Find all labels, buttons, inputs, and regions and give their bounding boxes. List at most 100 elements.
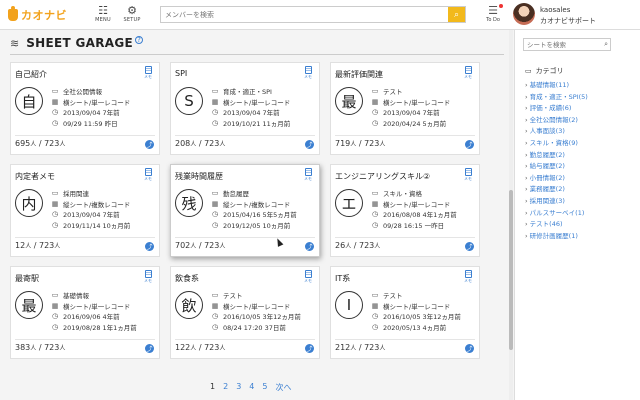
sheet-card[interactable]: IT系 メモ I ▭ テスト ▦ 横シート/単一レコード ◷ 2016/10/05 3年12ヵ月… <box>330 266 480 359</box>
sheet-meta-row: ▦ 横シート/単一レコード <box>371 301 451 311</box>
share-icon[interactable]: ⤴ <box>465 242 474 251</box>
page-link-1[interactable]: 1 <box>210 382 215 393</box>
category-item[interactable]: 育成・適正・SPI(5) <box>525 92 588 104</box>
todo-button[interactable]: ☰ To Do <box>485 4 503 23</box>
scrollbar[interactable] <box>509 30 513 400</box>
member-count: 26人 / 723人 <box>335 241 381 250</box>
scroll-thumb[interactable] <box>509 190 513 350</box>
page-link-5[interactable]: 5 <box>262 382 267 393</box>
setup-label: SETUP <box>123 17 141 23</box>
share-icon[interactable]: ⤴ <box>305 140 314 149</box>
sheet-title[interactable]: 内定者メモ <box>15 171 55 182</box>
sheet-search-input[interactable] <box>524 39 598 50</box>
page-link-4[interactable]: 4 <box>249 382 254 393</box>
category-item[interactable]: 採用関連(3) <box>525 196 588 208</box>
sheet-meta-text: 横シート/単一レコード <box>63 302 131 311</box>
setup-button[interactable]: ⚙ SETUP <box>117 4 147 23</box>
filled-count: 695 <box>15 139 31 148</box>
share-icon[interactable]: ⤴ <box>145 242 154 251</box>
sheet-card[interactable]: 最寄駅 メモ最 ▭ 基礎情報 ▦ 横シート/単一レコード ◷ 2016/09/06 4年前 ◷ 2… <box>10 266 160 359</box>
sheet-meta-row: ▭ スキル・資格 <box>371 188 422 198</box>
sheet-meta-text: 2016/09/06 4年前 <box>63 313 120 321</box>
share-icon[interactable]: ⤴ <box>465 344 474 353</box>
search-icon[interactable]: ⌕ <box>604 40 608 49</box>
category-item[interactable]: 全社公開情報(2) <box>525 115 588 127</box>
category-item[interactable]: テスト(46) <box>525 219 588 231</box>
sheet-type-icon: ▦ <box>51 199 59 208</box>
category-item[interactable]: 人事面談(3) <box>525 126 588 138</box>
sheet-card[interactable]: SPI メモ S ▭ 育成・適正・SPI ▦ 横シート/単一レコード ◷ 2013/09/04 … <box>170 62 320 155</box>
folder-icon: ▭ <box>211 189 219 197</box>
memo-button[interactable]: メモ <box>301 270 315 284</box>
category-item[interactable]: スキル・資格(9) <box>525 138 588 150</box>
search-icon: ⌕ <box>453 9 460 20</box>
category-list: 基礎情報(11) 育成・適正・SPI(5) 評価・成績(6) 全社公開情報(2)… <box>525 80 588 242</box>
sheet-meta-row: ◷ 2015/04/16 5年5ヵ月前 <box>211 209 297 219</box>
category-item[interactable]: 小冊情報(2) <box>525 173 588 185</box>
category-item[interactable]: 給与履歴(2) <box>525 161 588 173</box>
sheet-meta-text: テスト <box>223 292 243 300</box>
sheet-meta-row: ◷ 2019/11/14 10ヵ月前 <box>51 220 130 230</box>
member-search-input[interactable] <box>161 7 446 22</box>
divider <box>335 237 475 238</box>
page-link-3[interactable]: 3 <box>236 382 241 393</box>
sheet-meta-text: 横シート/単一レコード <box>383 302 451 311</box>
share-icon[interactable]: ⤴ <box>465 140 474 149</box>
memo-icon <box>464 66 472 74</box>
avatar[interactable] <box>513 3 535 25</box>
page-link-2[interactable]: 2 <box>223 382 228 393</box>
memo-button[interactable]: メモ <box>461 168 475 182</box>
sheet-initial-badge: 最 <box>335 87 363 115</box>
created-clock-icon: ◷ <box>211 312 219 320</box>
sheet-card[interactable]: 残業時間履歴 メモ残 ▭ 勤怠履歴 ▦ 縦シート/複数レコード ◷ 2015/04/16 5年… <box>170 164 320 257</box>
sheet-meta-row: ▭ テスト <box>371 86 403 96</box>
sheet-title[interactable]: 自己紹介 <box>15 69 47 80</box>
sheet-card[interactable]: エンジニアリングスキル② メモエ ▭ スキル・資格 ▦ 横シート/単一レコード ◷ 2016/… <box>330 164 480 257</box>
sheet-initial-badge: 飲 <box>175 291 203 319</box>
category-item[interactable]: 評価・成績(6) <box>525 103 588 115</box>
sheet-meta-text: 横シート/単一レコード <box>63 98 131 107</box>
user-org: カオナビサポート <box>540 17 596 25</box>
category-item[interactable]: 研修計画履歴(1) <box>525 231 588 243</box>
todo-list-icon: ☰ <box>485 4 503 17</box>
memo-button[interactable]: メモ <box>461 270 475 284</box>
memo-button[interactable]: メモ <box>141 66 155 80</box>
member-count: 383人 / 723人 <box>15 343 66 352</box>
next-page-link[interactable]: 次へ <box>275 382 291 393</box>
sheet-meta-row: ▦ 縦シート/複数レコード <box>51 199 131 209</box>
kaonavi-logo[interactable]: カオナビ <box>8 6 67 23</box>
sheet-title[interactable]: エンジニアリングスキル② <box>335 171 430 182</box>
share-icon[interactable]: ⤴ <box>305 344 314 353</box>
category-item[interactable]: 業務履歴(2) <box>525 184 588 196</box>
sheet-card[interactable]: 内定者メモ メモ内 ▭ 採用関連 ▦ 縦シート/複数レコード ◷ 2013/09/04 7年前… <box>10 164 160 257</box>
memo-button[interactable]: メモ <box>141 168 155 182</box>
sheet-title[interactable]: 残業時間履歴 <box>175 171 223 182</box>
category-item[interactable]: パルスサーベイ(1) <box>525 208 588 220</box>
category-item[interactable]: 基礎情報(11) <box>525 80 588 92</box>
menu-button[interactable]: ☷ MENU <box>88 4 118 23</box>
category-item[interactable]: 勤怠履歴(2) <box>525 150 588 162</box>
sheet-card[interactable]: 最新評価関連 メモ最 ▭ テスト ▦ 横シート/単一レコード ◷ 2013/09/04 7年前… <box>330 62 480 155</box>
share-icon[interactable]: ⤴ <box>145 140 154 149</box>
memo-button[interactable]: メモ <box>141 270 155 284</box>
share-icon[interactable]: ⤴ <box>305 242 314 251</box>
memo-button[interactable]: メモ <box>301 168 315 182</box>
sheet-card[interactable]: 自己紹介 メモ自 ▭ 全社公開情報 ▦ 横シート/単一レコード ◷ 2013/09/04 7年… <box>10 62 160 155</box>
memo-button[interactable]: メモ <box>301 66 315 80</box>
sheet-meta-text: 2016/08/08 4年1ヵ月前 <box>383 211 457 219</box>
memo-button[interactable]: メモ <box>461 66 475 80</box>
sheet-card[interactable]: 飲食系 メモ飲 ▭ テスト ▦ 横シート/単一レコード ◷ 2016/10/05 3年12ヵ月… <box>170 266 320 359</box>
sheet-title[interactable]: IT系 <box>335 273 350 284</box>
sheet-meta-row: ▦ 横シート/単一レコード <box>371 199 451 209</box>
sheet-title[interactable]: 最寄駅 <box>15 273 39 284</box>
share-icon[interactable]: ⤴ <box>145 344 154 353</box>
count-unit: 人 <box>190 345 197 352</box>
search-button[interactable]: ⌕ <box>448 7 465 22</box>
sheet-title[interactable]: 最新評価関連 <box>335 69 383 80</box>
user-name[interactable]: kaosales <box>540 6 570 14</box>
count-unit: 人 <box>30 141 37 148</box>
help-icon[interactable]: ? <box>134 36 143 44</box>
sheet-title[interactable]: 飲食系 <box>175 273 199 284</box>
sheet-title[interactable]: SPI <box>175 69 187 78</box>
sheet-meta-text: 縦シート/複数レコード <box>223 200 291 209</box>
